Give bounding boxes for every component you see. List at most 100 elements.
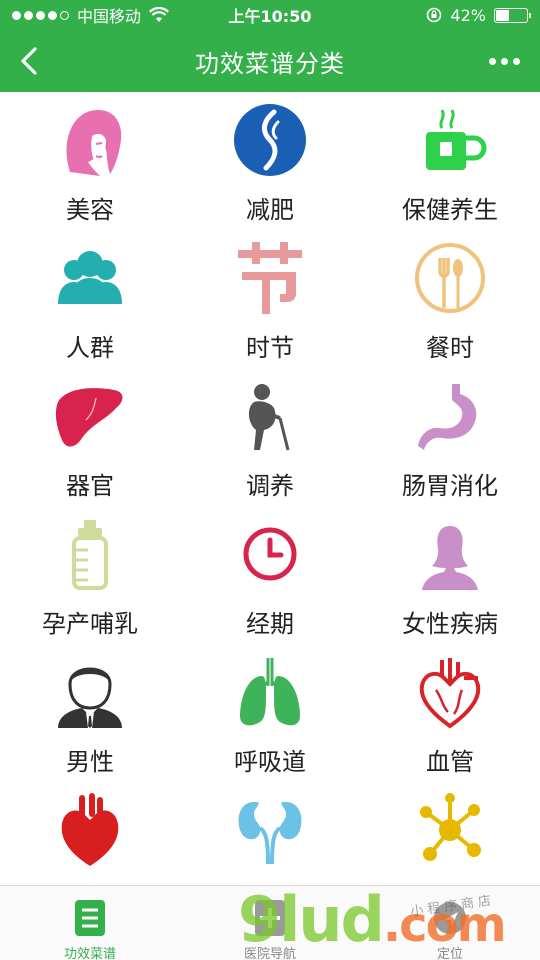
category-icon [232, 102, 308, 178]
hospital-icon [255, 900, 285, 936]
status-right: 42% [426, 5, 531, 25]
category-label: 经期 [246, 610, 294, 638]
category-icon [412, 378, 488, 454]
category-icon [412, 102, 488, 178]
people-group-icon [58, 251, 122, 304]
category-label: 餐时 [426, 334, 474, 362]
category-item[interactable]: 女性疾病 [360, 506, 540, 644]
tab-icon [73, 898, 107, 938]
category-item[interactable]: 经期 [180, 506, 360, 644]
category-icon [52, 102, 128, 178]
slim-waist-icon [234, 104, 306, 176]
category-item[interactable]: 调养 [180, 368, 360, 506]
category-item[interactable]: 呼吸道 [180, 644, 360, 782]
page-title: 功效菜谱分类 [195, 49, 345, 78]
more-menu-button[interactable] [484, 48, 524, 74]
category-item[interactable]: 孕产哺乳 [0, 506, 180, 644]
category-item[interactable]: 肠胃消化 [360, 368, 540, 506]
tab-hospital[interactable]: 医院导航 [180, 886, 360, 960]
category-icon [232, 516, 308, 592]
category-grid: 美容 减肥 保健养生人群 时节 餐时器官 调养 肠胃消化孕产哺乳 经期 女性疾病男性 呼吸道 血管心… [0, 92, 540, 885]
category-icon [52, 240, 128, 316]
category-label: 保健养生 [402, 196, 498, 224]
man-suit-icon [58, 667, 122, 728]
tab-location[interactable]: 定位 [360, 886, 540, 960]
category-icon [52, 516, 128, 592]
status-left: 中国移动 [12, 3, 169, 27]
more-dot-icon [488, 57, 496, 65]
woman-silhouette-icon [422, 526, 478, 590]
baby-bottle-icon [72, 520, 108, 590]
category-label: 呼吸道 [234, 748, 306, 776]
tab-bar: 功效菜谱 医院导航 定位 [0, 885, 540, 960]
category-item[interactable]: 减肥 [180, 92, 360, 230]
stomach-icon [418, 384, 477, 450]
category-item[interactable]: 时节 [180, 230, 360, 368]
status-bar: 中国移动 上午10:50 42% [0, 0, 540, 30]
battery-percent: 42% [450, 5, 486, 25]
category-item[interactable]: 器官 [0, 368, 180, 506]
heart-icon [61, 793, 119, 866]
category-label: 时节 [246, 334, 294, 362]
category-icon [52, 654, 128, 730]
tab-icon [253, 898, 287, 938]
jie-character-icon [238, 242, 302, 314]
orientation-lock-icon [427, 7, 442, 23]
category-item[interactable]: 餐时 [360, 230, 540, 368]
category-label: 孕产哺乳 [42, 610, 138, 638]
wifi-icon [149, 7, 169, 22]
category-item[interactable]: 男性 [0, 644, 180, 782]
category-item[interactable]: 神经系统 [360, 782, 540, 885]
nav-bar: 功效菜谱分类 [0, 30, 540, 92]
category-label: 美容 [66, 196, 114, 224]
category-label: 人群 [66, 334, 114, 362]
category-icon [232, 654, 308, 730]
category-item[interactable]: 血管 [360, 644, 540, 782]
liver-icon [55, 388, 123, 447]
category-icon [412, 240, 488, 316]
category-label: 器官 [66, 472, 114, 500]
category-item[interactable]: 肝胆脾胰 [180, 782, 360, 885]
battery-icon [494, 7, 531, 23]
category-icon [412, 792, 488, 868]
chevron-left-icon [21, 47, 37, 75]
neuron-icon [420, 793, 481, 861]
woman-face-icon [66, 110, 122, 176]
carrier-name: 中国移动 [77, 7, 142, 26]
category-label: 肠胃消化 [402, 472, 498, 500]
tab-icon [433, 898, 467, 938]
more-dot-icon [500, 57, 508, 65]
heart-vessels-icon [419, 658, 481, 729]
category-item[interactable]: 美容 [0, 92, 180, 230]
category-icon [232, 240, 308, 316]
category-icon [52, 378, 128, 454]
elderly-person-icon [248, 384, 290, 451]
category-item[interactable]: 心脏 [0, 782, 180, 885]
category-item[interactable]: 保健养生 [360, 92, 540, 230]
kidneys-icon [238, 802, 302, 865]
category-item[interactable]: 人群 [0, 230, 180, 368]
category-icon [232, 378, 308, 454]
category-icon [232, 792, 308, 868]
location-icon [434, 902, 466, 934]
tab-label: 医院导航 [243, 947, 296, 960]
recipe-list-icon [75, 900, 105, 936]
tab-label: 功效菜谱 [63, 947, 116, 960]
category-label: 男性 [66, 748, 114, 776]
category-icon [412, 516, 488, 592]
back-button[interactable] [12, 44, 46, 78]
more-dot-icon [512, 57, 520, 65]
fork-spoon-icon [415, 243, 485, 313]
battery-level [496, 9, 509, 21]
clock-icon [243, 527, 297, 581]
tea-cup-icon [426, 109, 487, 170]
lungs-icon [240, 658, 300, 726]
tab-recipe-list[interactable]: 功效菜谱 [0, 886, 180, 960]
tab-label: 定位 [436, 947, 463, 960]
category-label: 减肥 [246, 196, 294, 224]
category-label: 女性疾病 [402, 610, 498, 638]
category-label: 调养 [246, 472, 294, 500]
signal-strength-icon [12, 10, 69, 20]
category-label: 血管 [426, 748, 474, 776]
category-icon [412, 654, 488, 730]
